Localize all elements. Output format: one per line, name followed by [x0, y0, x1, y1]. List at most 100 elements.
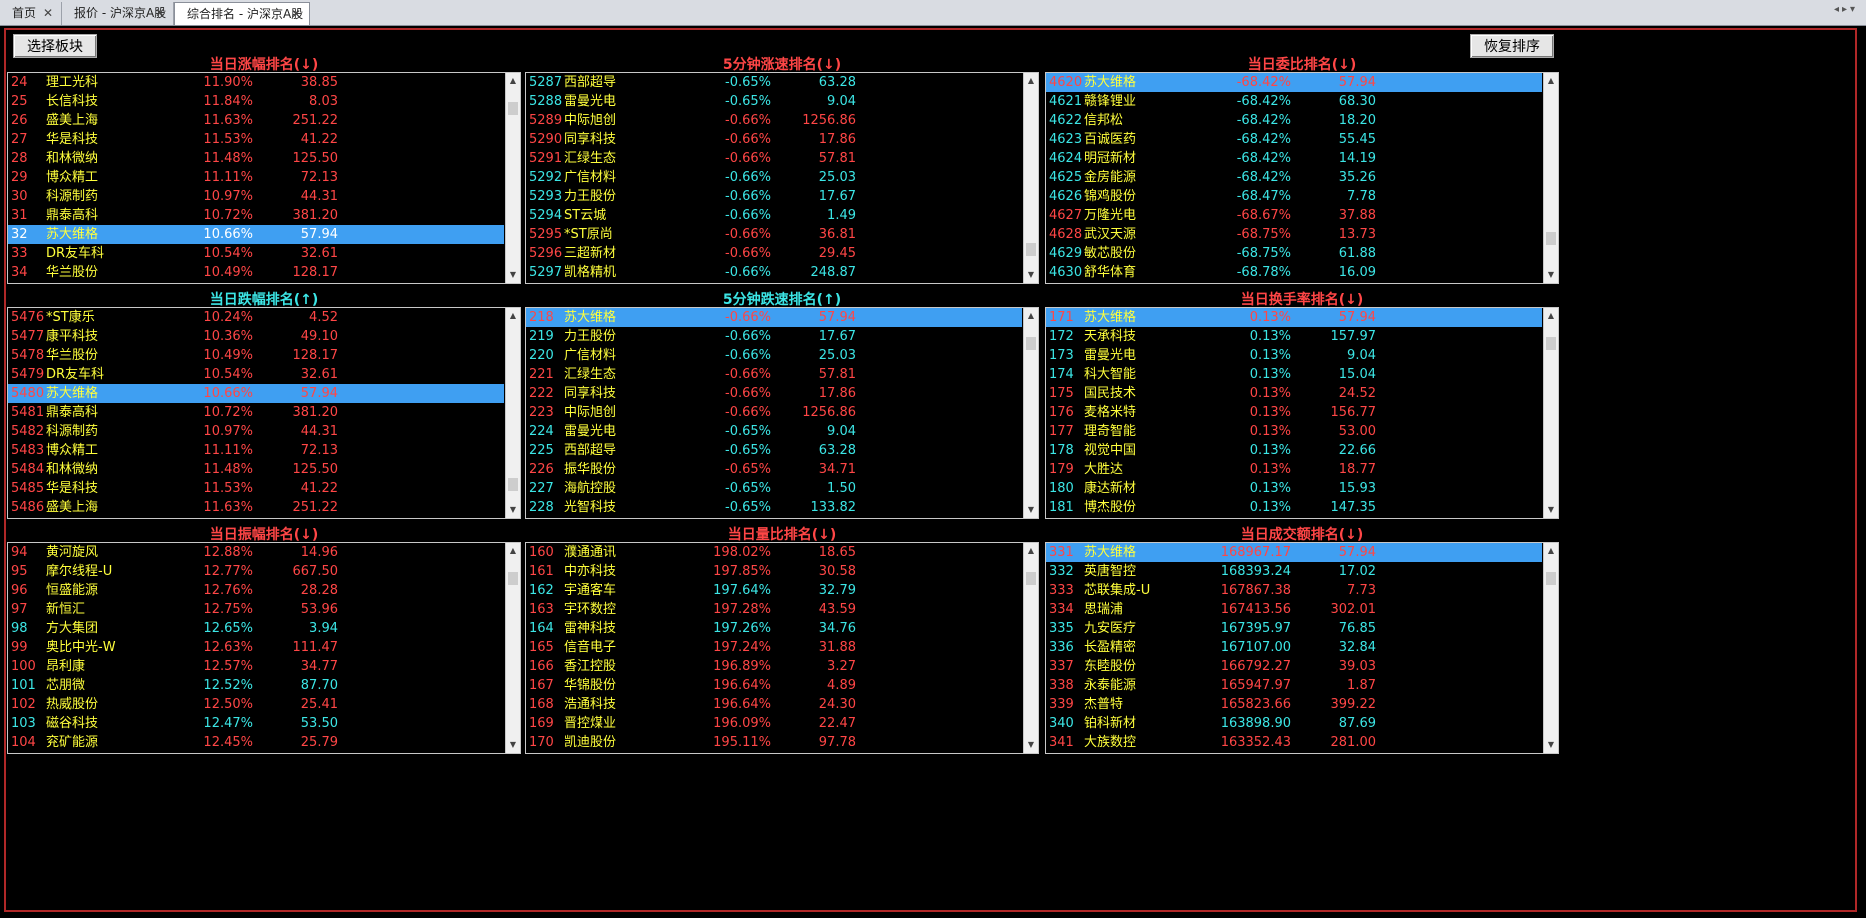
table-row[interactable]: 5477 康平科技 10.36% 49.10: [8, 327, 504, 346]
tab-ranking[interactable]: 综合排名 - 沪深京A股 ✕: [174, 2, 310, 25]
table-row[interactable]: 100 昂利康 12.57% 34.77: [8, 657, 504, 676]
table-row[interactable]: 5479 DR友车科 10.54% 32.61: [8, 365, 504, 384]
table-row[interactable]: 5481 鼎泰高科 10.72% 381.20: [8, 403, 504, 422]
table-row[interactable]: 104 兖矿能源 12.45% 25.79: [8, 733, 504, 752]
table-row[interactable]: 179 大胜达 0.13% 18.77: [1046, 460, 1542, 479]
table-row[interactable]: 5292 广信材料 -0.66% 25.03: [526, 168, 1022, 187]
table-row[interactable]: 342 珂玛科技 162563.10 97.04: [1046, 752, 1542, 753]
table-row[interactable]: 223 中际旭创 -0.66% 1256.86: [526, 403, 1022, 422]
table-row[interactable]: 168 浩通科技 196.64% 24.30: [526, 695, 1022, 714]
table-row[interactable]: 5296 三超新材 -0.66% 29.45: [526, 244, 1022, 263]
table-row[interactable]: 225 西部超导 -0.65% 63.28: [526, 441, 1022, 460]
table-row[interactable]: 5294 ST云城 -0.66% 1.49: [526, 206, 1022, 225]
table-row[interactable]: 220 广信材料 -0.66% 25.03: [526, 346, 1022, 365]
scroll-thumb[interactable]: [1026, 243, 1036, 256]
table-row[interactable]: 4625 金房能源 -68.42% 35.26: [1046, 168, 1542, 187]
table-row[interactable]: 4631联瑞新材 -68.81% 162.50: [1046, 282, 1542, 283]
table-row[interactable]: 5291 汇绿生态 -0.66% 57.81: [526, 149, 1022, 168]
table-row[interactable]: 180 康达新材 0.13% 15.93: [1046, 479, 1542, 498]
table-row[interactable]: 4626 锦鸡股份 -68.47% 7.78: [1046, 187, 1542, 206]
scroll-down-icon[interactable]: ▼: [506, 503, 520, 517]
scroll-up-icon[interactable]: ▲: [1544, 544, 1558, 558]
table-row[interactable]: 5485 华是科技 11.53% 41.22: [8, 479, 504, 498]
table-row[interactable]: 5287 西部超导 -0.65% 63.28: [526, 73, 1022, 92]
selected-table-row[interactable]: 32 苏大维格 10.66% 57.94: [8, 225, 504, 244]
scroll-down-icon[interactable]: ▼: [1024, 503, 1038, 517]
table-row[interactable]: 29 博众精工 11.11% 72.13: [8, 168, 504, 187]
scrollbar[interactable]: ▲ ▼: [1543, 73, 1558, 283]
scrollbar[interactable]: ▲ ▼: [1023, 73, 1038, 283]
tab-scroll-arrows-icon[interactable]: ◂▸▾: [1834, 4, 1858, 15]
table-row[interactable]: 341 大族数控 163352.43 281.00: [1046, 733, 1542, 752]
table-row[interactable]: 5487长信科技 11.84% 8.03: [8, 517, 504, 518]
table-row[interactable]: 103 磁谷科技 12.47% 53.50: [8, 714, 504, 733]
table-row[interactable]: 4624 明冠新材 -68.42% 14.19: [1046, 149, 1542, 168]
table-row[interactable]: 28 和林微纳 11.48% 125.50: [8, 149, 504, 168]
table-row[interactable]: 5478 华兰股份 10.49% 128.17: [8, 346, 504, 365]
scroll-thumb[interactable]: [508, 478, 518, 491]
table-row[interactable]: 5295 *ST原尚 -0.66% 36.81: [526, 225, 1022, 244]
scroll-up-icon[interactable]: ▲: [1544, 309, 1558, 323]
turnover-amount-ranking-list[interactable]: 331 苏大维格 168967.17 57.94 332 英唐智控 168393.24 17.…: [1045, 542, 1559, 754]
table-row[interactable]: 337 东睦股份 166792.27 39.03: [1046, 657, 1542, 676]
scroll-up-icon[interactable]: ▲: [506, 74, 520, 88]
table-row[interactable]: 4628 武汉天源 -68.75% 13.73: [1046, 225, 1542, 244]
table-row[interactable]: 25 长信科技 11.84% 8.03: [8, 92, 504, 111]
table-row[interactable]: 170 凯迪股份 195.11% 97.78: [526, 733, 1022, 752]
close-icon[interactable]: ✕: [291, 3, 301, 25]
scroll-up-icon[interactable]: ▲: [1024, 309, 1038, 323]
table-row[interactable]: 96 恒盛能源 12.76% 28.28: [8, 581, 504, 600]
table-row[interactable]: 165 信音电子 197.24% 31.88: [526, 638, 1022, 657]
table-row[interactable]: 167 华锦股份 196.64% 4.89: [526, 676, 1022, 695]
scroll-down-icon[interactable]: ▼: [506, 268, 520, 282]
tab-quotes[interactable]: 报价 - 沪深京A股 ✕: [62, 2, 174, 25]
selected-table-row[interactable]: 218 苏大维格 -0.66% 57.94: [526, 308, 1022, 327]
table-row[interactable]: 174 科大智能 0.13% 15.04: [1046, 365, 1542, 384]
table-row[interactable]: 175 国民技术 0.13% 24.52: [1046, 384, 1542, 403]
table-row[interactable]: 177 理奇智能 0.13% 53.00: [1046, 422, 1542, 441]
selected-table-row[interactable]: 171 苏大维格 0.13% 57.94: [1046, 308, 1542, 327]
table-row[interactable]: 221 汇绿生态 -0.66% 57.81: [526, 365, 1022, 384]
table-row[interactable]: 226 振华股份 -0.65% 34.71: [526, 460, 1022, 479]
speed-up-ranking-list[interactable]: 5287 西部超导 -0.65% 63.28 5288 雷曼光电 -0.65% 9.04 528…: [525, 72, 1039, 284]
table-row[interactable]: 163 宇环数控 197.28% 43.59: [526, 600, 1022, 619]
close-icon[interactable]: ✕: [43, 2, 53, 24]
scroll-up-icon[interactable]: ▲: [1024, 544, 1038, 558]
table-row[interactable]: 171 瑞松科技 195.08% 99.91: [526, 752, 1022, 753]
select-sector-button[interactable]: 选择板块: [13, 34, 97, 58]
table-row[interactable]: 5298*ST三房 -0.66% 1.49: [526, 282, 1022, 283]
amplitude-ranking-list[interactable]: 94 黄河旋风 12.88% 14.96 95 摩尔线程-U 12.77% 667.50 96 恒…: [7, 542, 521, 754]
table-row[interactable]: 169 晋控煤业 196.09% 22.47: [526, 714, 1022, 733]
table-row[interactable]: 34 华兰股份 10.49% 128.17: [8, 263, 504, 282]
selected-table-row[interactable]: 4620 苏大维格 -68.42% 57.94: [1046, 73, 1542, 92]
scrollbar[interactable]: ▲ ▼: [1023, 308, 1038, 518]
turnover-ranking-list[interactable]: 171 苏大维格 0.13% 57.94 172 天承科技 0.13% 157.97 173 雷曼…: [1045, 307, 1559, 519]
table-row[interactable]: 164 雷神科技 197.26% 34.76: [526, 619, 1022, 638]
table-row[interactable]: 99 奥比中光-W 12.63% 111.47: [8, 638, 504, 657]
table-row[interactable]: 229 生益科技 -0.65% 139.06: [526, 517, 1022, 518]
table-row[interactable]: 4622 信邦松 -68.42% 18.20: [1046, 111, 1542, 130]
scrollbar[interactable]: ▲ ▼: [505, 543, 520, 753]
table-row[interactable]: 336 长盈精密 167107.00 32.84: [1046, 638, 1542, 657]
table-row[interactable]: 5290 同享科技 -0.66% 17.86: [526, 130, 1022, 149]
scroll-down-icon[interactable]: ▼: [1544, 738, 1558, 752]
table-row[interactable]: 95 摩尔线程-U 12.77% 667.50: [8, 562, 504, 581]
table-row[interactable]: 5476 *ST康乐 10.24% 4.52: [8, 308, 504, 327]
table-row[interactable]: 332 英唐智控 168393.24 17.02: [1046, 562, 1542, 581]
table-row[interactable]: 334 思瑞浦 167413.56 302.01: [1046, 600, 1542, 619]
table-row[interactable]: 176 麦格米特 0.13% 156.77: [1046, 403, 1542, 422]
table-row[interactable]: 101 芯朋微 12.52% 87.70: [8, 676, 504, 695]
table-row[interactable]: 24 理工光科 11.90% 38.85: [8, 73, 504, 92]
scroll-down-icon[interactable]: ▼: [506, 738, 520, 752]
table-row[interactable]: 31 鼎泰高科 10.72% 381.20: [8, 206, 504, 225]
table-row[interactable]: 105 建投能源 12.44% 12.74: [8, 752, 504, 753]
table-row[interactable]: 224 雷曼光电 -0.65% 9.04: [526, 422, 1022, 441]
table-row[interactable]: 228 光智科技 -0.65% 133.82: [526, 498, 1022, 517]
selected-table-row[interactable]: 331 苏大维格 168967.17 57.94: [1046, 543, 1542, 562]
table-row[interactable]: 339 杰普特 165823.66 399.22: [1046, 695, 1542, 714]
table-row[interactable]: 5293 力王股份 -0.66% 17.67: [526, 187, 1022, 206]
table-row[interactable]: 182 东杰智能 0.13% 28.30: [1046, 517, 1542, 518]
table-row[interactable]: 5288 雷曼光电 -0.65% 9.04: [526, 92, 1022, 111]
table-row[interactable]: 181 博杰股份 0.13% 147.35: [1046, 498, 1542, 517]
table-row[interactable]: 5289 中际旭创 -0.66% 1256.86: [526, 111, 1022, 130]
